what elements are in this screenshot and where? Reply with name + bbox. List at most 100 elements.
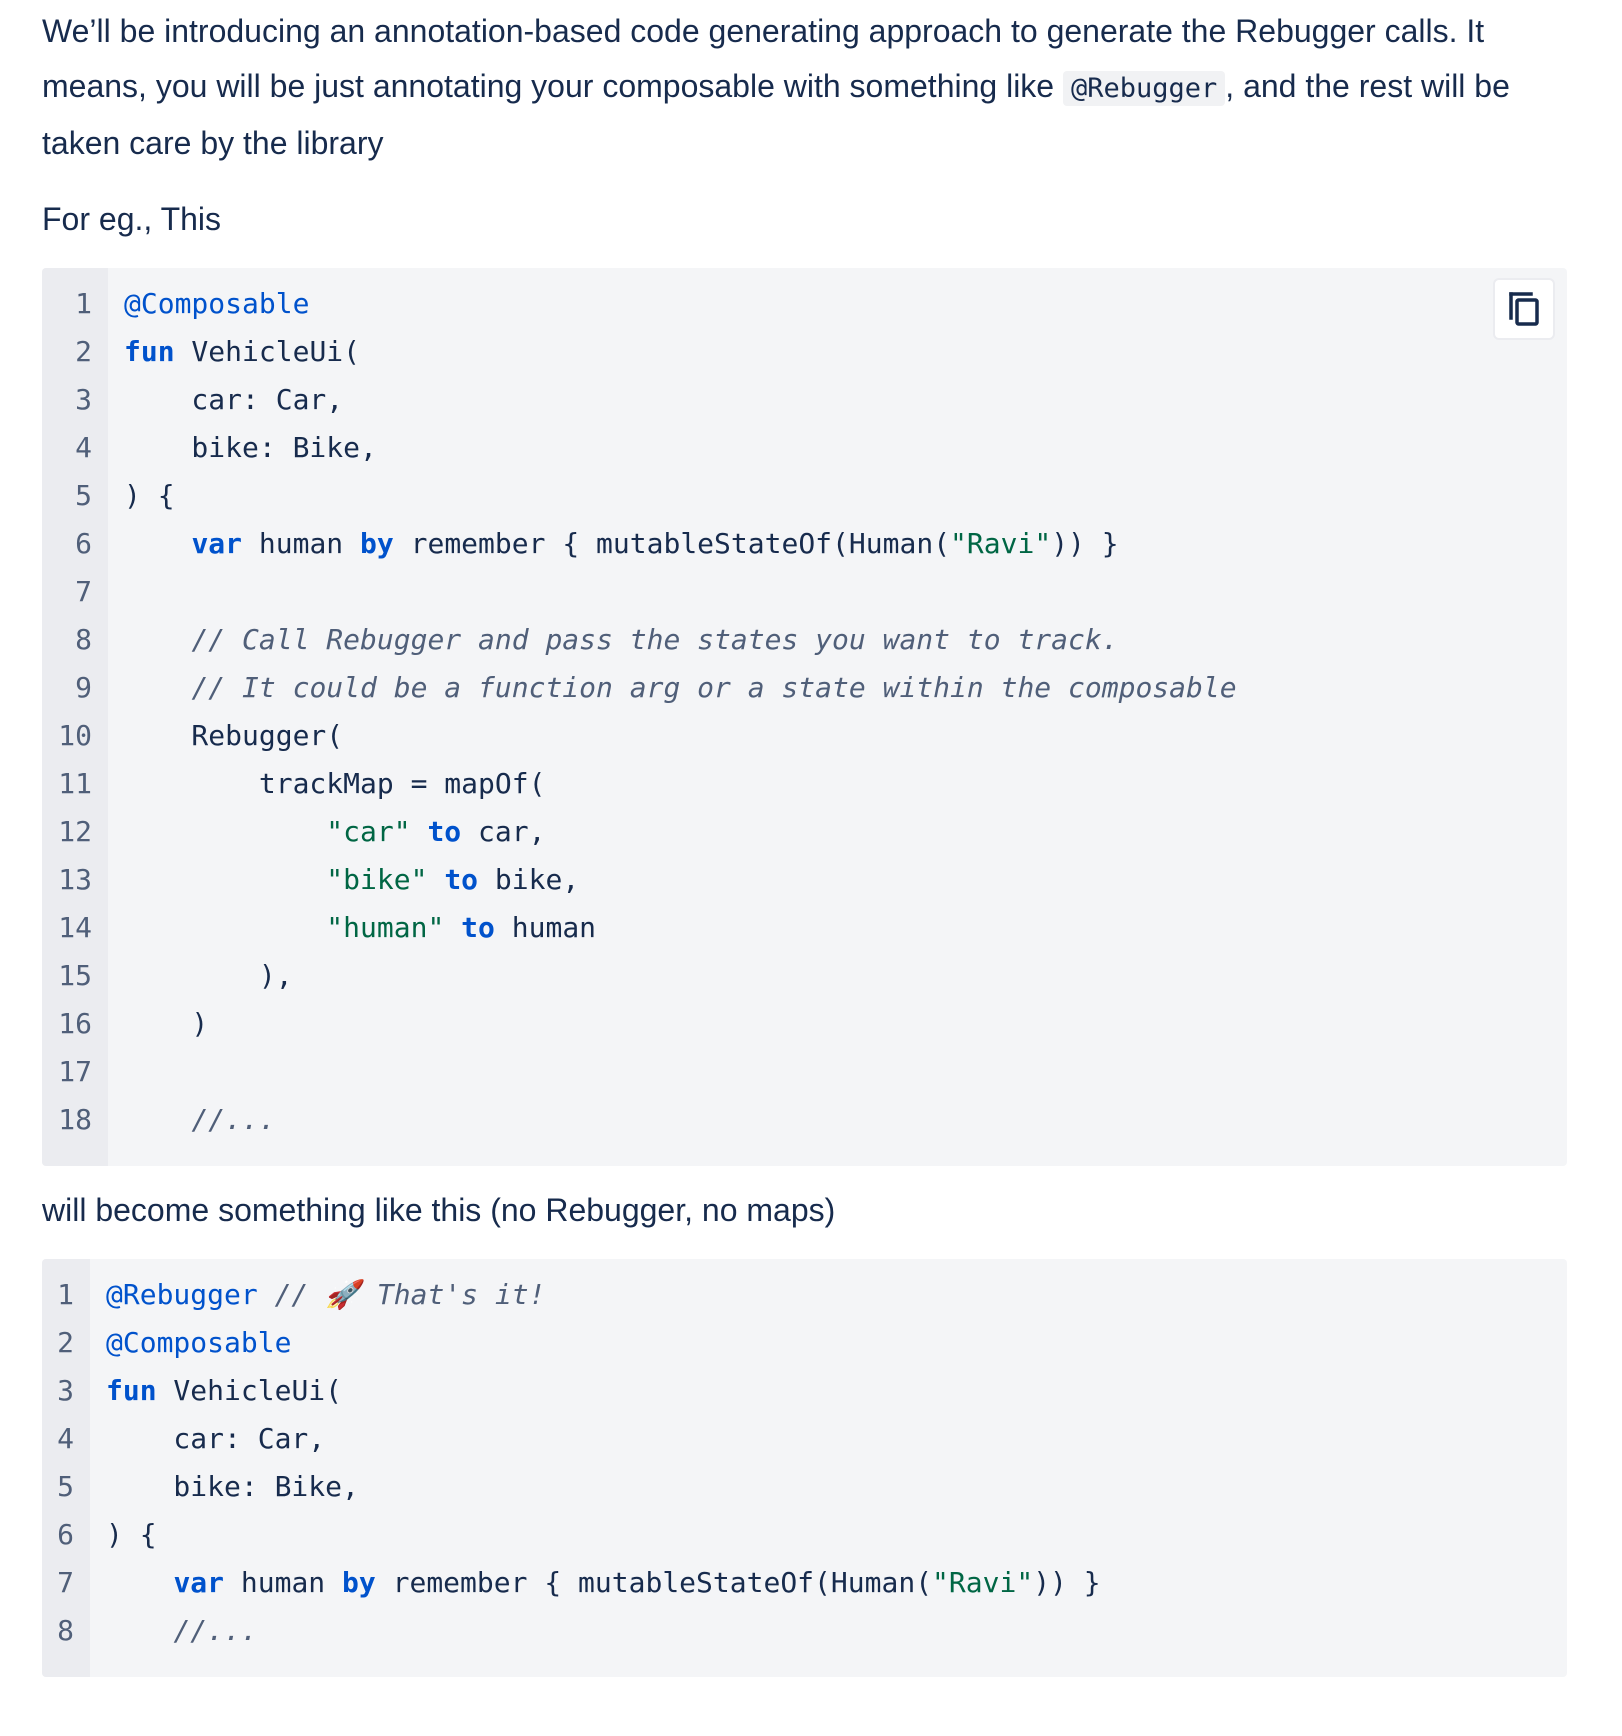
code-token: ) { <box>106 1518 157 1551</box>
code-token: //... <box>191 1103 276 1136</box>
code-token: by <box>342 1566 376 1599</box>
code-line: bike: Bike, <box>106 1463 1567 1511</box>
code-token: trackMap = mapOf( <box>124 767 546 800</box>
line-number: 5 <box>75 479 92 512</box>
code-token: to <box>461 911 495 944</box>
code-line: fun VehicleUi( <box>106 1367 1567 1415</box>
code-token: "Ravi" <box>950 527 1052 560</box>
code-token: human <box>224 1566 343 1599</box>
code-content: @Rebugger // 🚀 That's it! @Composable fun … <box>90 1259 1567 1677</box>
code-token: )) } <box>1033 1566 1101 1599</box>
code-token: "Ravi" <box>932 1566 1034 1599</box>
code-token: ), <box>124 959 293 992</box>
line-number: 1 <box>75 287 92 320</box>
line-number: 11 <box>58 767 92 800</box>
code-line: ) { <box>124 472 1567 520</box>
code-block-after: 1 2 3 4 5 6 7 8 @Rebugger // 🚀 That's it! @Compo… <box>42 1259 1567 1677</box>
code-line: ​ <box>124 1048 1567 1096</box>
line-number: 4 <box>57 1422 74 1455</box>
line-number: 1 <box>57 1278 74 1311</box>
line-number: 2 <box>75 335 92 368</box>
line-number: 2 <box>57 1326 74 1359</box>
code-token: // 🚀 That's it! <box>274 1278 546 1311</box>
code-token: "human" <box>326 911 445 944</box>
line-number-gutter: 1 2 3 4 5 6 7 8 <box>42 1259 90 1677</box>
code-token: VehicleUi( <box>174 335 361 368</box>
code-token: to <box>444 863 479 896</box>
code-token: @Composable <box>124 287 310 320</box>
code-line: // Call Rebugger and pass the states you… <box>124 616 1567 664</box>
line-number: 7 <box>57 1566 74 1599</box>
line-number: 13 <box>58 863 92 896</box>
copy-icon <box>1509 292 1539 326</box>
code-line: "car" to car, <box>124 808 1567 856</box>
code-token: remember { mutableStateOf(Human( <box>375 1566 933 1599</box>
code-token: ) { <box>124 479 175 512</box>
code-line: var human by remember { mutableStateOf(H… <box>124 520 1567 568</box>
code-line: ) { <box>106 1511 1567 1559</box>
code-token: //... <box>173 1614 258 1647</box>
code-token: bike, <box>478 863 580 896</box>
code-token: var <box>191 527 243 560</box>
code-line: bike: Bike, <box>124 424 1567 472</box>
code-token: var <box>173 1566 225 1599</box>
code-token: car: Car, <box>124 383 344 416</box>
code-line: Rebugger( <box>124 712 1567 760</box>
code-token: car, <box>461 815 546 848</box>
line-number: 8 <box>57 1614 74 1647</box>
code-token: fun <box>106 1374 157 1407</box>
line-number: 5 <box>57 1470 74 1503</box>
code-line: ​ <box>124 568 1567 616</box>
copy-button[interactable] <box>1493 278 1555 340</box>
code-line: @Rebugger // 🚀 That's it! <box>106 1271 1567 1319</box>
line-number: 14 <box>58 911 92 944</box>
code-token: @Composable <box>106 1326 292 1359</box>
code-token: human <box>494 911 597 944</box>
code-line: fun VehicleUi( <box>124 328 1567 376</box>
line-number: 15 <box>58 959 92 992</box>
line-number: 4 <box>75 431 92 464</box>
line-number: 3 <box>57 1374 74 1407</box>
line-number: 10 <box>58 719 92 752</box>
line-number: 9 <box>75 671 92 704</box>
line-number: 16 <box>58 1007 92 1040</box>
line-number: 17 <box>58 1055 92 1088</box>
line-number: 6 <box>75 527 92 560</box>
code-token: bike: Bike, <box>106 1470 359 1503</box>
line-number: 3 <box>75 383 92 416</box>
code-line: //... <box>124 1096 1567 1144</box>
code-line: @Composable <box>106 1319 1567 1367</box>
code-line: ) <box>124 1000 1567 1048</box>
code-line: //... <box>106 1607 1567 1655</box>
code-token: human <box>242 527 361 560</box>
code-line: "human" to human <box>124 904 1567 952</box>
code-token: )) } <box>1051 527 1119 560</box>
code-token: "bike" <box>326 863 428 896</box>
code-block-before: 1 2 3 4 5 6 7 8 9 10 11 12 13 14 15 16 17 18 @Composable f… <box>42 268 1567 1166</box>
intro-paragraph: We’ll be introducing an annotation-based… <box>42 4 1567 171</box>
code-token: VehicleUi( <box>156 1374 343 1407</box>
code-line: trackMap = mapOf( <box>124 760 1567 808</box>
transition-paragraph: will become something like this (no Rebu… <box>42 1192 836 1228</box>
code-token: car: Car, <box>106 1422 326 1455</box>
line-number: 18 <box>58 1103 92 1136</box>
code-token: "car" <box>326 815 411 848</box>
code-line: "bike" to bike, <box>124 856 1567 904</box>
code-token: bike: Bike, <box>124 431 377 464</box>
code-line: car: Car, <box>124 376 1567 424</box>
code-line: car: Car, <box>106 1415 1567 1463</box>
line-number: 12 <box>58 815 92 848</box>
code-token: by <box>360 527 394 560</box>
code-token: Rebugger( <box>124 719 344 752</box>
